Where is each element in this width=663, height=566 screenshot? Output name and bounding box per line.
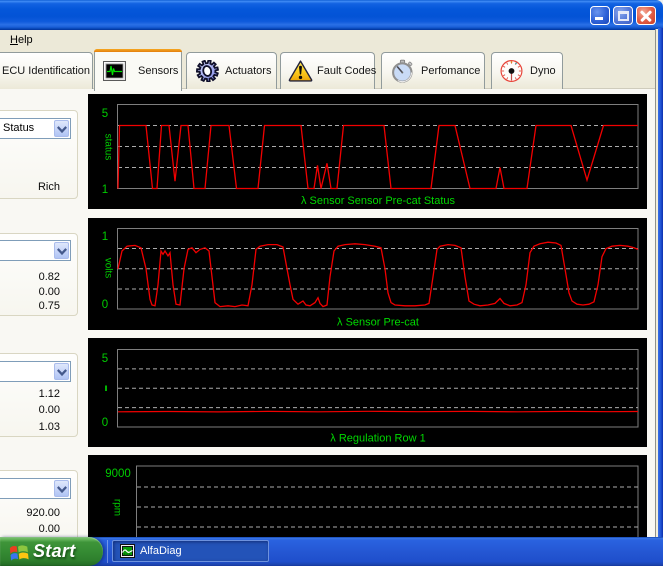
svg-text:1: 1 [102, 231, 108, 243]
svg-text:0: 0 [102, 417, 108, 429]
svg-text:λ Sensor Pre-cat: λ Sensor Pre-cat [337, 317, 419, 329]
svg-text:9000: 9000 [105, 468, 131, 480]
svg-text:rpm: rpm [112, 499, 123, 516]
svg-text:0: 0 [102, 299, 108, 311]
svg-text:5: 5 [102, 353, 108, 365]
svg-text:status: status [103, 134, 114, 161]
svg-text:λ Sensor Sensor Pre-cat Status: λ Sensor Sensor Pre-cat Status [301, 195, 456, 207]
svg-text:λ Regulation Row 1: λ Regulation Row 1 [330, 433, 425, 445]
svg-text:5: 5 [102, 108, 108, 120]
svg-text:1: 1 [102, 184, 108, 196]
svg-text:volts: volts [103, 258, 114, 279]
